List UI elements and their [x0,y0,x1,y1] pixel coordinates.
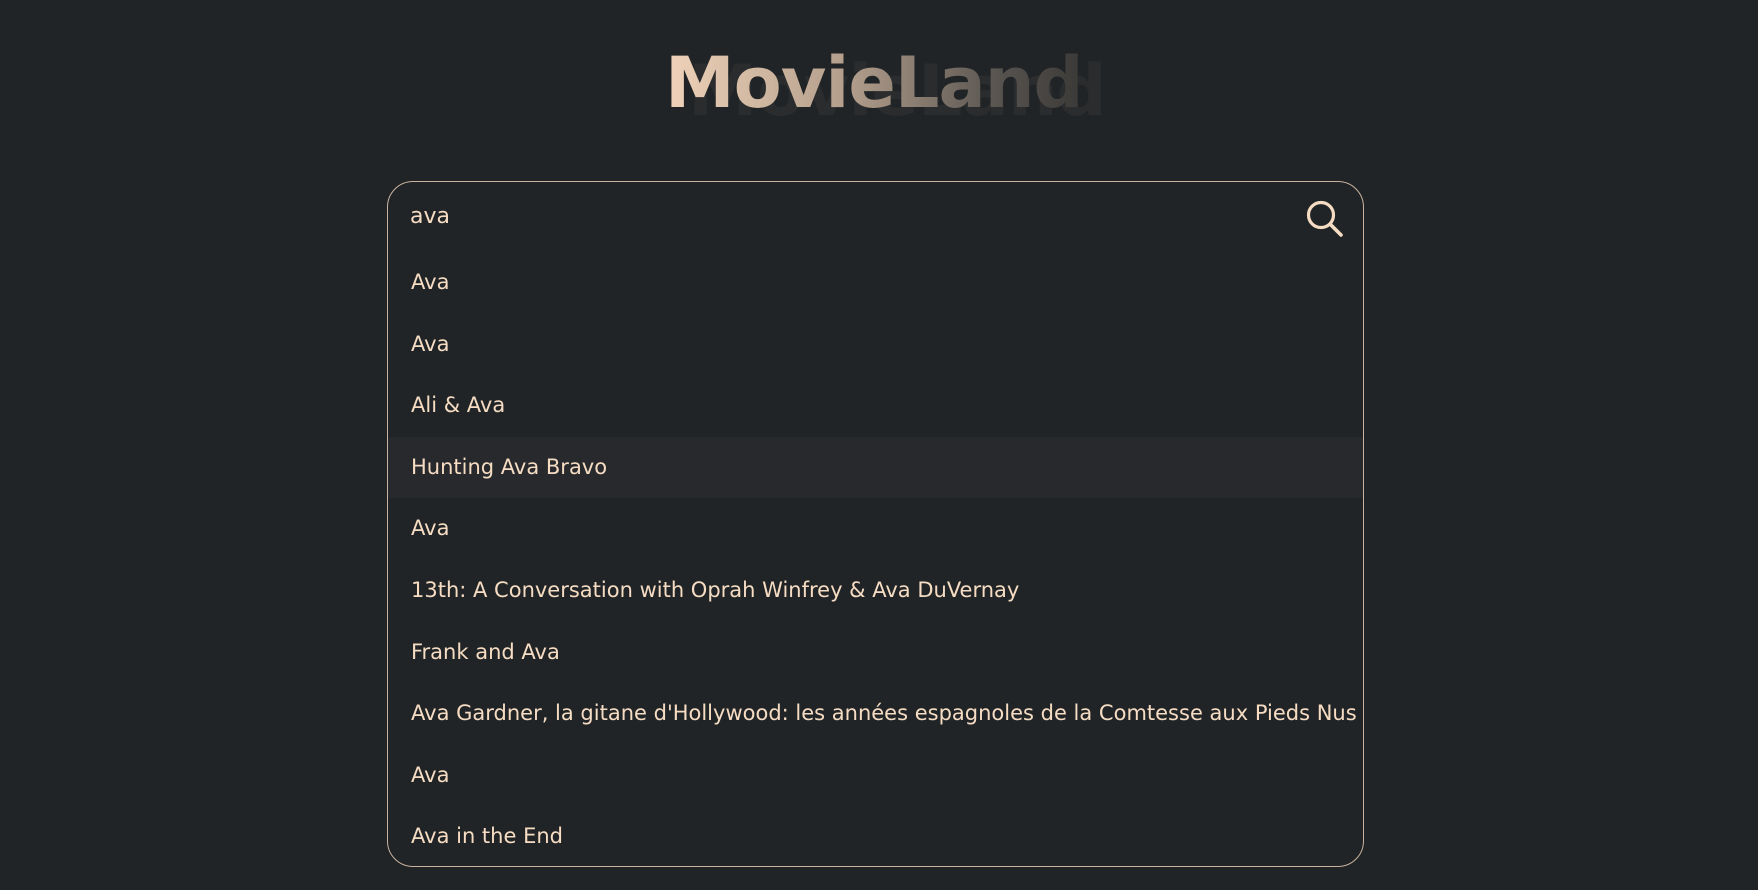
search-row [388,182,1363,252]
suggestion-list: Ava Ava Ali & Ava Hunting Ava Bravo Ava 13th:… [388,252,1363,866]
suggestion-item[interactable]: Ava [388,498,1363,560]
search-input[interactable] [410,196,1270,236]
suggestion-item[interactable]: Ava in the End [388,806,1363,866]
header: MovieLand MovieLand [0,38,1758,138]
suggestion-item[interactable]: Ava Gardner, la gitane d'Hollywood: les … [388,683,1363,745]
suggestion-item[interactable]: 13th: A Conversation with Oprah Winfrey … [388,560,1363,622]
page: MovieLand MovieLand AvaAvaAli & AvaHunti… [0,0,1758,890]
app-logo: MovieLand [665,42,1084,124]
search-box: AvaAvaAli & AvaHunting Ava BravoAva13th:… [387,181,1364,867]
suggestion-item[interactable]: Hunting Ava Bravo [388,436,1363,499]
suggestion-item[interactable]: Ava [388,745,1363,807]
suggestion-item[interactable]: Ava [388,314,1363,376]
suggestion-item[interactable]: Frank and Ava [388,622,1363,684]
search-icon[interactable] [1303,197,1347,241]
suggestion-item[interactable]: Ali & Ava [388,375,1363,437]
suggestion-item[interactable]: Ava [388,252,1363,314]
